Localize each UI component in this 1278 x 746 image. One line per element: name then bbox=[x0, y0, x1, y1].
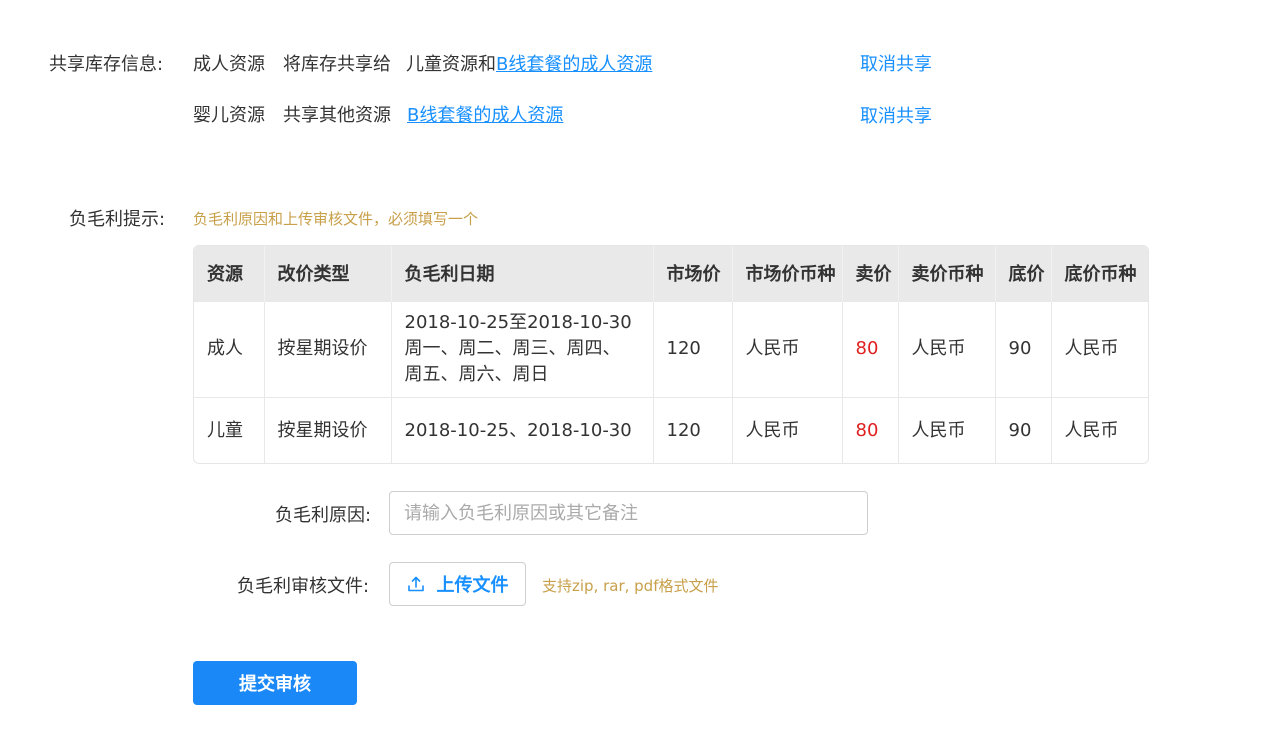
share-row1-targets: 儿童资源和B线套餐的成人资源 bbox=[406, 52, 652, 78]
th-floor-price: 底价 bbox=[995, 246, 1052, 301]
reason-label: 负毛利原因: bbox=[275, 505, 372, 526]
th-market-currency: 市场价币种 bbox=[732, 246, 843, 301]
th-date: 负毛利日期 bbox=[391, 246, 654, 301]
share-row1-action: 将库存共享给 bbox=[283, 54, 391, 75]
cell-market-currency: 人民币 bbox=[732, 300, 843, 397]
th-sell-currency: 卖价币种 bbox=[898, 246, 996, 301]
share-row1-target-link[interactable]: B线套餐的成人资源 bbox=[496, 54, 652, 75]
cancel-share-button-2[interactable]: 取消共享 bbox=[860, 104, 932, 130]
cell-date-line: 周一、周二、周三、周四、 bbox=[404, 338, 621, 359]
cell-floor-currency: 人民币 bbox=[1051, 300, 1148, 397]
th-price-type: 改价类型 bbox=[264, 246, 392, 301]
upload-file-label: 上传文件 bbox=[436, 575, 509, 596]
share-row2-action: 共享其他资源 bbox=[283, 105, 391, 126]
cell-floor-price: 90 bbox=[995, 396, 1052, 463]
upload-icon bbox=[407, 575, 425, 593]
cell-date: 2018-10-25、2018-10-30 bbox=[391, 396, 654, 463]
price-table: 资源 改价类型 负毛利日期 市场价 市场价币种 卖价 卖价币种 底价 底价币种 … bbox=[193, 245, 1149, 464]
share-row1-resource: 成人资源 bbox=[193, 54, 265, 75]
cell-sell-currency: 人民币 bbox=[898, 396, 996, 463]
share-row2-target-link[interactable]: B线套餐的成人资源 bbox=[407, 103, 563, 129]
cell-market-currency: 人民币 bbox=[732, 396, 843, 463]
upload-file-button[interactable]: 上传文件 bbox=[389, 562, 526, 606]
cell-floor-price: 90 bbox=[995, 300, 1052, 397]
cell-market-price: 120 bbox=[653, 300, 733, 397]
cell-date-line: 2018-10-25至2018-10-30 bbox=[404, 312, 632, 333]
cell-resource: 儿童 bbox=[194, 396, 265, 463]
cancel-share-button-1[interactable]: 取消共享 bbox=[860, 52, 932, 78]
cell-sell-price: 80 bbox=[842, 396, 899, 463]
th-sell-price: 卖价 bbox=[842, 246, 899, 301]
th-resource: 资源 bbox=[194, 246, 265, 301]
share-info-label: 共享库存信息: bbox=[49, 54, 164, 75]
cell-market-price: 120 bbox=[653, 396, 733, 463]
table-row: 成人 按星期设价 2018-10-25至2018-10-30 周一、周二、周三、… bbox=[194, 300, 1148, 397]
table-header-row: 资源 改价类型 负毛利日期 市场价 市场价币种 卖价 卖价币种 底价 底价币种 bbox=[194, 246, 1148, 301]
cell-sell-currency: 人民币 bbox=[898, 300, 996, 397]
negative-margin-hint: 负毛利原因和上传审核文件，必须填写一个 bbox=[193, 210, 479, 228]
submit-review-button[interactable]: 提交审核 bbox=[193, 661, 357, 705]
negative-margin-label: 负毛利提示: bbox=[69, 209, 166, 230]
cell-date: 2018-10-25至2018-10-30 周一、周二、周三、周四、 周五、周六… bbox=[391, 300, 654, 397]
th-floor-currency: 底价币种 bbox=[1051, 246, 1148, 301]
cell-resource: 成人 bbox=[194, 300, 265, 397]
share-row2-resource: 婴儿资源 bbox=[193, 105, 265, 126]
reason-input[interactable] bbox=[389, 491, 868, 535]
upload-hint: 支持zip, rar, pdf格式文件 bbox=[542, 577, 719, 595]
cell-type: 按星期设价 bbox=[264, 300, 392, 397]
table-row: 儿童 按星期设价 2018-10-25、2018-10-30 120 人民币 8… bbox=[194, 396, 1148, 463]
share-row1-targets-prefix: 儿童资源和 bbox=[406, 54, 496, 75]
cell-floor-currency: 人民币 bbox=[1051, 396, 1148, 463]
th-market-price: 市场价 bbox=[653, 246, 733, 301]
cell-type: 按星期设价 bbox=[264, 396, 392, 463]
review-file-label: 负毛利审核文件: bbox=[237, 576, 370, 597]
cell-date-line: 周五、周六、周日 bbox=[404, 364, 549, 385]
cell-sell-price: 80 bbox=[842, 300, 899, 397]
